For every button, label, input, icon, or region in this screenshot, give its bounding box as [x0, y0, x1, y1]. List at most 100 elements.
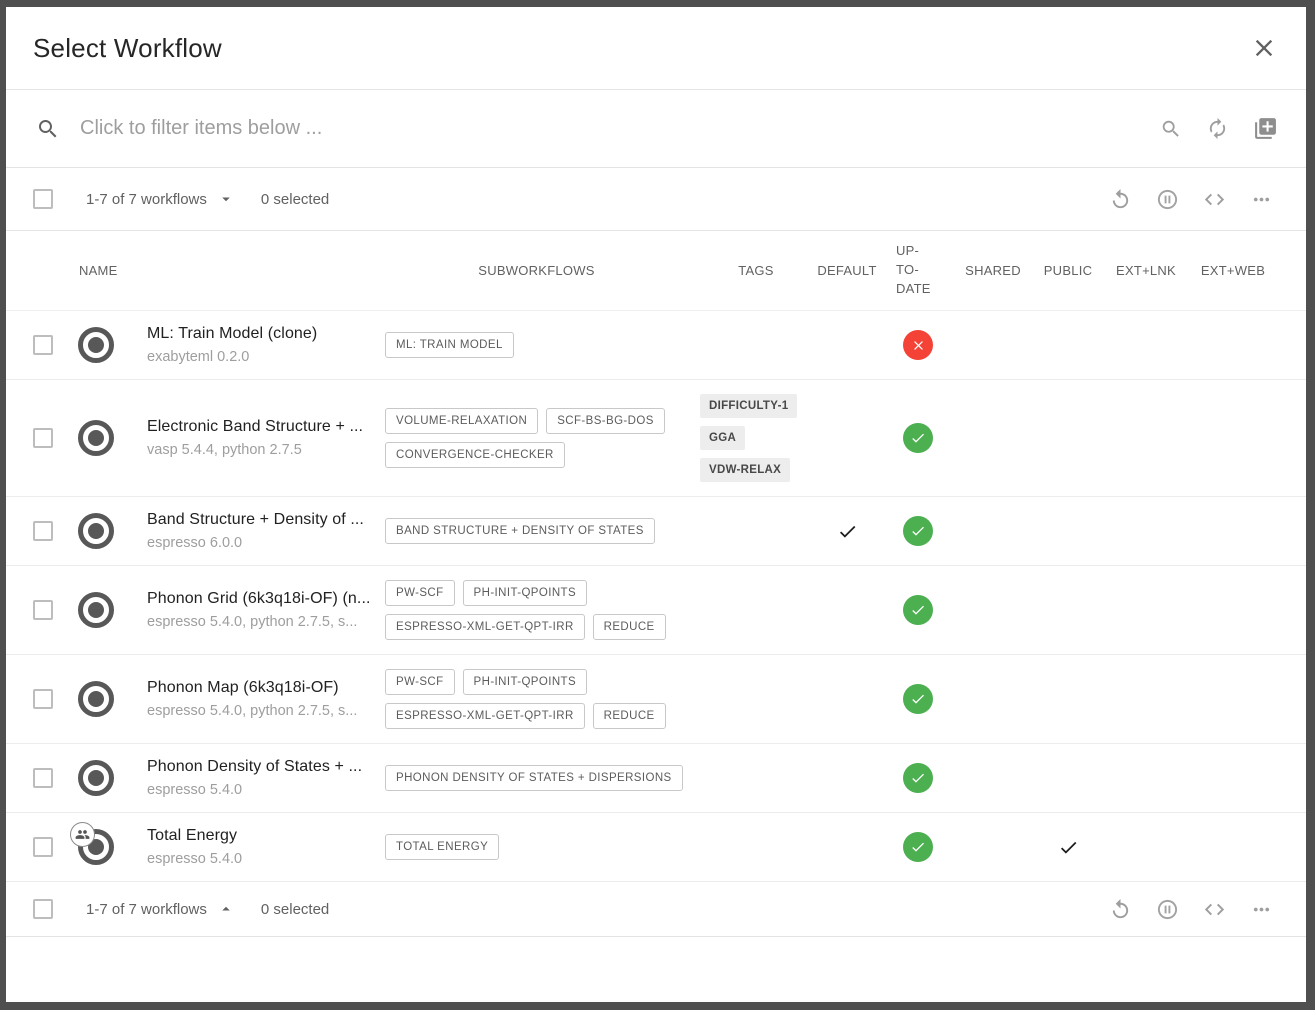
radio-dot: [88, 430, 104, 446]
up-to-date-cell: [882, 423, 954, 453]
up-to-date-cell: [882, 595, 954, 625]
workflow-radio-icon[interactable]: [78, 420, 114, 456]
column-header-shared: SHARED: [954, 263, 1032, 278]
search-icon: [36, 117, 60, 141]
more-horiz-icon[interactable]: [1250, 188, 1273, 211]
row-icon-cell: [62, 592, 130, 628]
up-to-date-ok-icon: [903, 595, 933, 625]
column-header-name: NAME: [62, 263, 385, 278]
workflow-subtitle: vasp 5.4.4, python 2.7.5: [147, 442, 375, 458]
pagination-range-label[interactable]: 1-7 of 7 workflows: [86, 901, 207, 918]
selected-count-label: 0 selected: [261, 191, 329, 208]
row-icon-cell: [62, 760, 130, 796]
subworkflow-chip: REDUCE: [593, 703, 666, 729]
toolbar-actions: [1109, 898, 1273, 921]
row-checkbox[interactable]: [33, 521, 53, 541]
row-checkbox[interactable]: [33, 600, 53, 620]
dialog-header: Select Workflow: [6, 7, 1306, 89]
pause-circle-icon[interactable]: [1156, 188, 1179, 211]
subworkflow-chip: PHONON DENSITY OF STATES + DISPERSIONS: [385, 765, 683, 791]
row-icon-cell: [62, 327, 130, 363]
public-cell: [1032, 837, 1104, 858]
library-add-icon[interactable]: [1253, 116, 1278, 141]
code-icon[interactable]: [1203, 898, 1226, 921]
table-row[interactable]: Phonon Density of States + ...espresso 5…: [6, 744, 1306, 813]
workflow-radio-icon[interactable]: [78, 829, 114, 865]
subworkflow-chip: VOLUME-RELAXATION: [385, 408, 538, 434]
subworkflows-cell: TOTAL ENERGY: [385, 834, 700, 860]
table-row[interactable]: Electronic Band Structure + ... vasp 5.4.…: [6, 380, 1306, 497]
workflow-radio-icon[interactable]: [78, 681, 114, 717]
more-horiz-icon[interactable]: [1250, 898, 1273, 921]
column-header-default: DEFAULT: [812, 263, 882, 278]
table-row[interactable]: ML: Train Model (clone)exabyteml 0.2.0ML…: [6, 311, 1306, 380]
selected-count-label: 0 selected: [261, 901, 329, 918]
column-header-up-to-date: UP-TO-DATE: [882, 242, 954, 299]
table-row[interactable]: Band Structure + Density of ...espresso …: [6, 497, 1306, 566]
workflow-title: Phonon Grid (6k3q18i-OF) (n...: [147, 590, 375, 608]
search-input[interactable]: [80, 117, 1144, 140]
pause-circle-icon[interactable]: [1156, 898, 1179, 921]
filter-bar: [6, 90, 1306, 167]
row-checkbox[interactable]: [33, 768, 53, 788]
up-to-date-ok-icon: [903, 684, 933, 714]
workflow-title: Electronic Band Structure + ...: [147, 418, 375, 436]
code-icon[interactable]: [1203, 188, 1226, 211]
workflow-subtitle: espresso 5.4.0, python 2.7.5, s...: [147, 614, 375, 630]
chevron-down-icon[interactable]: [217, 190, 235, 208]
table-row[interactable]: Phonon Map (6k3q18i-OF)espresso 5.4.0, p…: [6, 655, 1306, 744]
tag-chip: GGA: [700, 426, 745, 450]
table-header: NAME SUBWORKFLOWS TAGS DEFAULT UP-TO-DAT…: [6, 231, 1306, 311]
subworkflow-chip: CONVERGENCE-CHECKER: [385, 442, 565, 468]
select-all-checkbox[interactable]: [33, 189, 53, 209]
row-select-cell: [6, 428, 62, 448]
table-row[interactable]: Total Energyespresso 5.4.0TOTAL ENERGY: [6, 813, 1306, 882]
up-to-date-cell: [882, 516, 954, 546]
subworkflows-cell: PW-SCFPH-INIT-QPOINTSESPRESSO-XML-GET-QP…: [385, 669, 700, 729]
radio-dot: [88, 337, 104, 353]
workflow-radio-icon[interactable]: [78, 760, 114, 796]
pagination-range-label[interactable]: 1-7 of 7 workflows: [86, 191, 207, 208]
row-checkbox[interactable]: [33, 335, 53, 355]
subworkflow-chip: REDUCE: [593, 614, 666, 640]
table-toolbar-top: 1-7 of 7 workflows 0 selected: [6, 168, 1306, 230]
table-toolbar-bottom: 1-7 of 7 workflows 0 selected: [6, 882, 1306, 936]
tag-chip: VDW-RELAX: [700, 458, 790, 482]
select-all-checkbox[interactable]: [33, 899, 53, 919]
table-row[interactable]: Phonon Grid (6k3q18i-OF) (n... espresso 5…: [6, 566, 1306, 655]
row-icon-cell: [62, 681, 130, 717]
workflow-radio-icon[interactable]: [78, 513, 114, 549]
workflow-name-cell: Total Energyespresso 5.4.0: [130, 827, 385, 867]
close-icon[interactable]: [1250, 34, 1278, 62]
shared-group-badge-icon: [70, 822, 95, 847]
workflow-name-cell: Phonon Map (6k3q18i-OF)espresso 5.4.0, p…: [130, 679, 385, 719]
subworkflow-chip: ESPRESSO-XML-GET-QPT-IRR: [385, 703, 585, 729]
row-checkbox[interactable]: [33, 837, 53, 857]
subworkflows-cell: PW-SCFPH-INIT-QPOINTSESPRESSO-XML-GET-QP…: [385, 580, 700, 640]
column-header-tags: TAGS: [700, 263, 812, 278]
row-select-cell: [6, 521, 62, 541]
column-header-ext-lnk: EXT+LNK: [1104, 263, 1188, 278]
undo-icon[interactable]: [1109, 898, 1132, 921]
subworkflows-cell: BAND STRUCTURE + DENSITY OF STATES: [385, 518, 700, 544]
chevron-up-icon[interactable]: [217, 900, 235, 918]
subworkflow-chip: PH-INIT-QPOINTS: [463, 669, 587, 695]
radio-dot: [88, 523, 104, 539]
undo-icon[interactable]: [1109, 188, 1132, 211]
subworkflows-cell: ML: TRAIN MODEL: [385, 332, 700, 358]
workflow-radio-icon[interactable]: [78, 327, 114, 363]
tags-cell: DIFFICULTY-1GGAVDW-RELAX: [700, 394, 812, 482]
default-cell: [812, 521, 882, 542]
default-check-icon: [837, 521, 858, 542]
search-icon[interactable]: [1160, 118, 1182, 140]
workflow-table-body: ML: Train Model (clone)exabyteml 0.2.0ML…: [6, 311, 1306, 882]
radio-dot: [88, 602, 104, 618]
row-checkbox[interactable]: [33, 689, 53, 709]
workflow-subtitle: exabyteml 0.2.0: [147, 349, 375, 365]
workflow-title: Band Structure + Density of ...: [147, 511, 375, 529]
workflow-radio-icon[interactable]: [78, 592, 114, 628]
refresh-icon[interactable]: [1206, 117, 1229, 140]
row-checkbox[interactable]: [33, 428, 53, 448]
column-header-ext-web: EXT+WEB: [1188, 263, 1278, 278]
workflow-name-cell: ML: Train Model (clone)exabyteml 0.2.0: [130, 325, 385, 365]
